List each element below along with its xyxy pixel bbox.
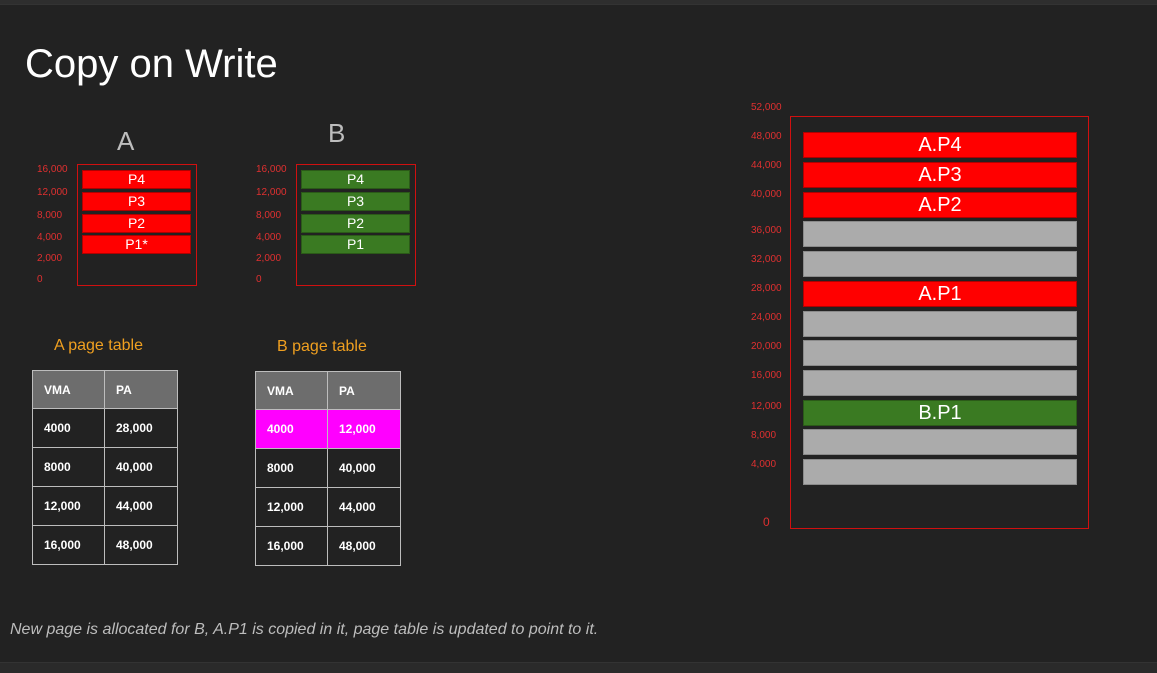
- vma-cell: 8000: [32, 447, 105, 487]
- physical-axis-label: 28,000: [751, 283, 782, 294]
- a-axis-label: 12,000: [37, 187, 68, 198]
- pa-cell: 28,000: [104, 408, 178, 448]
- pa-cell: 44,000: [327, 487, 401, 527]
- table-row: 12,000 44,000: [32, 486, 178, 526]
- column-header: VMA: [255, 371, 328, 410]
- b-page-table-label: B page table: [277, 338, 367, 355]
- physical-axis-label: 52,000: [751, 102, 782, 113]
- physical-axis-label: 0: [763, 515, 770, 529]
- a-axis-label: 2,000: [37, 253, 63, 264]
- physical-axis-label: 44,000: [751, 160, 782, 171]
- b-axis-label: 8,000: [256, 210, 282, 221]
- b-axis-label: 4,000: [256, 232, 282, 243]
- pa-cell: 48,000: [104, 525, 178, 565]
- pa-cell: 40,000: [104, 447, 178, 487]
- frame-a-p3: A.P3: [803, 162, 1077, 188]
- physical-axis-label: 40,000: [751, 189, 782, 200]
- free-frame: [803, 340, 1077, 366]
- process-b-heading: B: [328, 118, 346, 148]
- free-frame: [803, 370, 1077, 396]
- physical-axis-label: 8,000: [751, 430, 777, 441]
- a-page-p4: P4: [82, 170, 191, 189]
- physical-axis-label: 12,000: [751, 401, 782, 412]
- bottom-border: [0, 662, 1157, 673]
- physical-axis-label: 36,000: [751, 225, 782, 236]
- free-frame: [803, 459, 1077, 485]
- column-header: VMA: [32, 370, 105, 409]
- a-axis-label: 4,000: [37, 232, 63, 243]
- table-row: 16,000 48,000: [32, 525, 178, 565]
- a-page-table: VMA PA 4000 28,000 8000 40,000 12,000 44…: [32, 370, 178, 565]
- physical-axis-label: 20,000: [751, 341, 782, 352]
- b-axis-label: 0: [256, 274, 262, 285]
- a-page-p3: P3: [82, 192, 191, 211]
- pa-cell: 40,000: [327, 448, 401, 488]
- b-page-p4: P4: [301, 170, 410, 189]
- vma-cell: 12,000: [255, 487, 328, 527]
- vma-cell: 16,000: [255, 526, 328, 566]
- b-page-p3: P3: [301, 192, 410, 211]
- free-frame: [803, 311, 1077, 337]
- b-axis-label: 12,000: [256, 187, 287, 198]
- vma-cell: 12,000: [32, 486, 105, 526]
- b-page-p1: P1: [301, 235, 410, 254]
- frame-a-p2: A.P2: [803, 192, 1077, 218]
- free-frame: [803, 429, 1077, 455]
- frame-a-p4: A.P4: [803, 132, 1077, 158]
- a-axis-label: 8,000: [37, 210, 63, 221]
- pa-cell-highlighted: 12,000: [327, 409, 401, 449]
- b-axis-label: 16,000: [256, 164, 287, 175]
- process-a-heading: A: [117, 126, 135, 156]
- frame-b-p1: B.P1: [803, 400, 1077, 426]
- table-row: 8000 40,000: [255, 448, 401, 488]
- b-page-table: VMA PA 4000 12,000 8000 40,000 12,000 44…: [255, 371, 401, 566]
- top-border: [0, 0, 1157, 5]
- b-axis-label: 2,000: [256, 253, 282, 264]
- slide-caption: New page is allocated for B, A.P1 is cop…: [10, 621, 599, 638]
- table-header-row: VMA PA: [255, 371, 401, 410]
- free-frame: [803, 251, 1077, 277]
- physical-axis-label: 24,000: [751, 312, 782, 323]
- vma-cell-highlighted: 4000: [255, 409, 328, 449]
- a-page-p2: P2: [82, 214, 191, 233]
- table-header-row: VMA PA: [32, 370, 178, 409]
- column-header: PA: [104, 370, 178, 409]
- vma-cell: 4000: [32, 408, 105, 448]
- physical-axis-label: 48,000: [751, 131, 782, 142]
- a-axis-label: 16,000: [37, 164, 68, 175]
- physical-axis-label: 4,000: [751, 459, 777, 470]
- pa-cell: 44,000: [104, 486, 178, 526]
- a-page-table-label: A page table: [54, 337, 143, 354]
- physical-axis-label: 32,000: [751, 254, 782, 265]
- table-row: 12,000 44,000: [255, 487, 401, 527]
- a-axis-label: 0: [37, 274, 43, 285]
- physical-axis-label: 16,000: [751, 370, 782, 381]
- slide-title: Copy on Write: [25, 42, 278, 86]
- vma-cell: 16,000: [32, 525, 105, 565]
- b-page-p2: P2: [301, 214, 410, 233]
- table-row-updated: 4000 12,000: [255, 409, 401, 449]
- table-row: 4000 28,000: [32, 408, 178, 448]
- frame-a-p1: A.P1: [803, 281, 1077, 307]
- a-page-p1: P1*: [82, 235, 191, 254]
- pa-cell: 48,000: [327, 526, 401, 566]
- table-row: 8000 40,000: [32, 447, 178, 487]
- column-header: PA: [327, 371, 401, 410]
- vma-cell: 8000: [255, 448, 328, 488]
- free-frame: [803, 221, 1077, 247]
- table-row: 16,000 48,000: [255, 526, 401, 566]
